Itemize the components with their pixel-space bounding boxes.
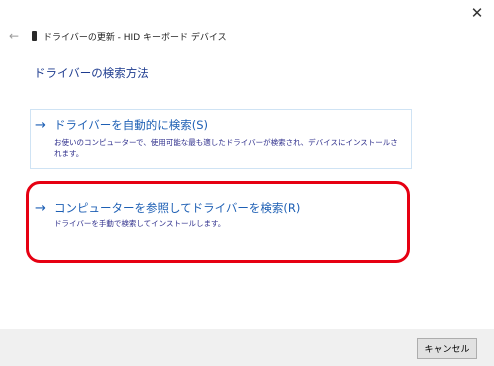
option-label: コンピューターを参照してドライバーを検索(R) bbox=[54, 201, 301, 215]
footer-bar: キャンセル bbox=[0, 329, 494, 366]
search-automatically-option[interactable]: → ドライバーを自動的に検索(S) お使いのコンピューターで、使用可能な最も適し… bbox=[30, 109, 412, 169]
browse-computer-option[interactable]: → コンピューターを参照してドライバーを検索(R) ドライバーを手動で検索してイ… bbox=[30, 192, 412, 240]
close-button[interactable]: ✕ bbox=[466, 2, 488, 24]
device-icon bbox=[32, 31, 37, 41]
close-icon: ✕ bbox=[470, 4, 484, 22]
arrow-right-icon: → bbox=[35, 200, 46, 216]
option-label: ドライバーを自動的に検索(S) bbox=[54, 118, 209, 132]
arrow-right-icon: → bbox=[35, 117, 46, 133]
cancel-button[interactable]: キャンセル bbox=[417, 338, 477, 359]
title-bar: ← ドライバーの更新 - HID キーボード デバイス bbox=[6, 26, 227, 46]
back-arrow-icon[interactable]: ← bbox=[6, 29, 22, 43]
page-heading: ドライバーの検索方法 bbox=[34, 66, 149, 80]
option-description: お使いのコンピューターで、使用可能な最も適したドライバーが検索され、デバイスにイ… bbox=[54, 138, 398, 158]
option-description: ドライバーを手動で検索してインストールします。 bbox=[54, 219, 226, 228]
window-title: ドライバーの更新 - HID キーボード デバイス bbox=[43, 32, 227, 43]
